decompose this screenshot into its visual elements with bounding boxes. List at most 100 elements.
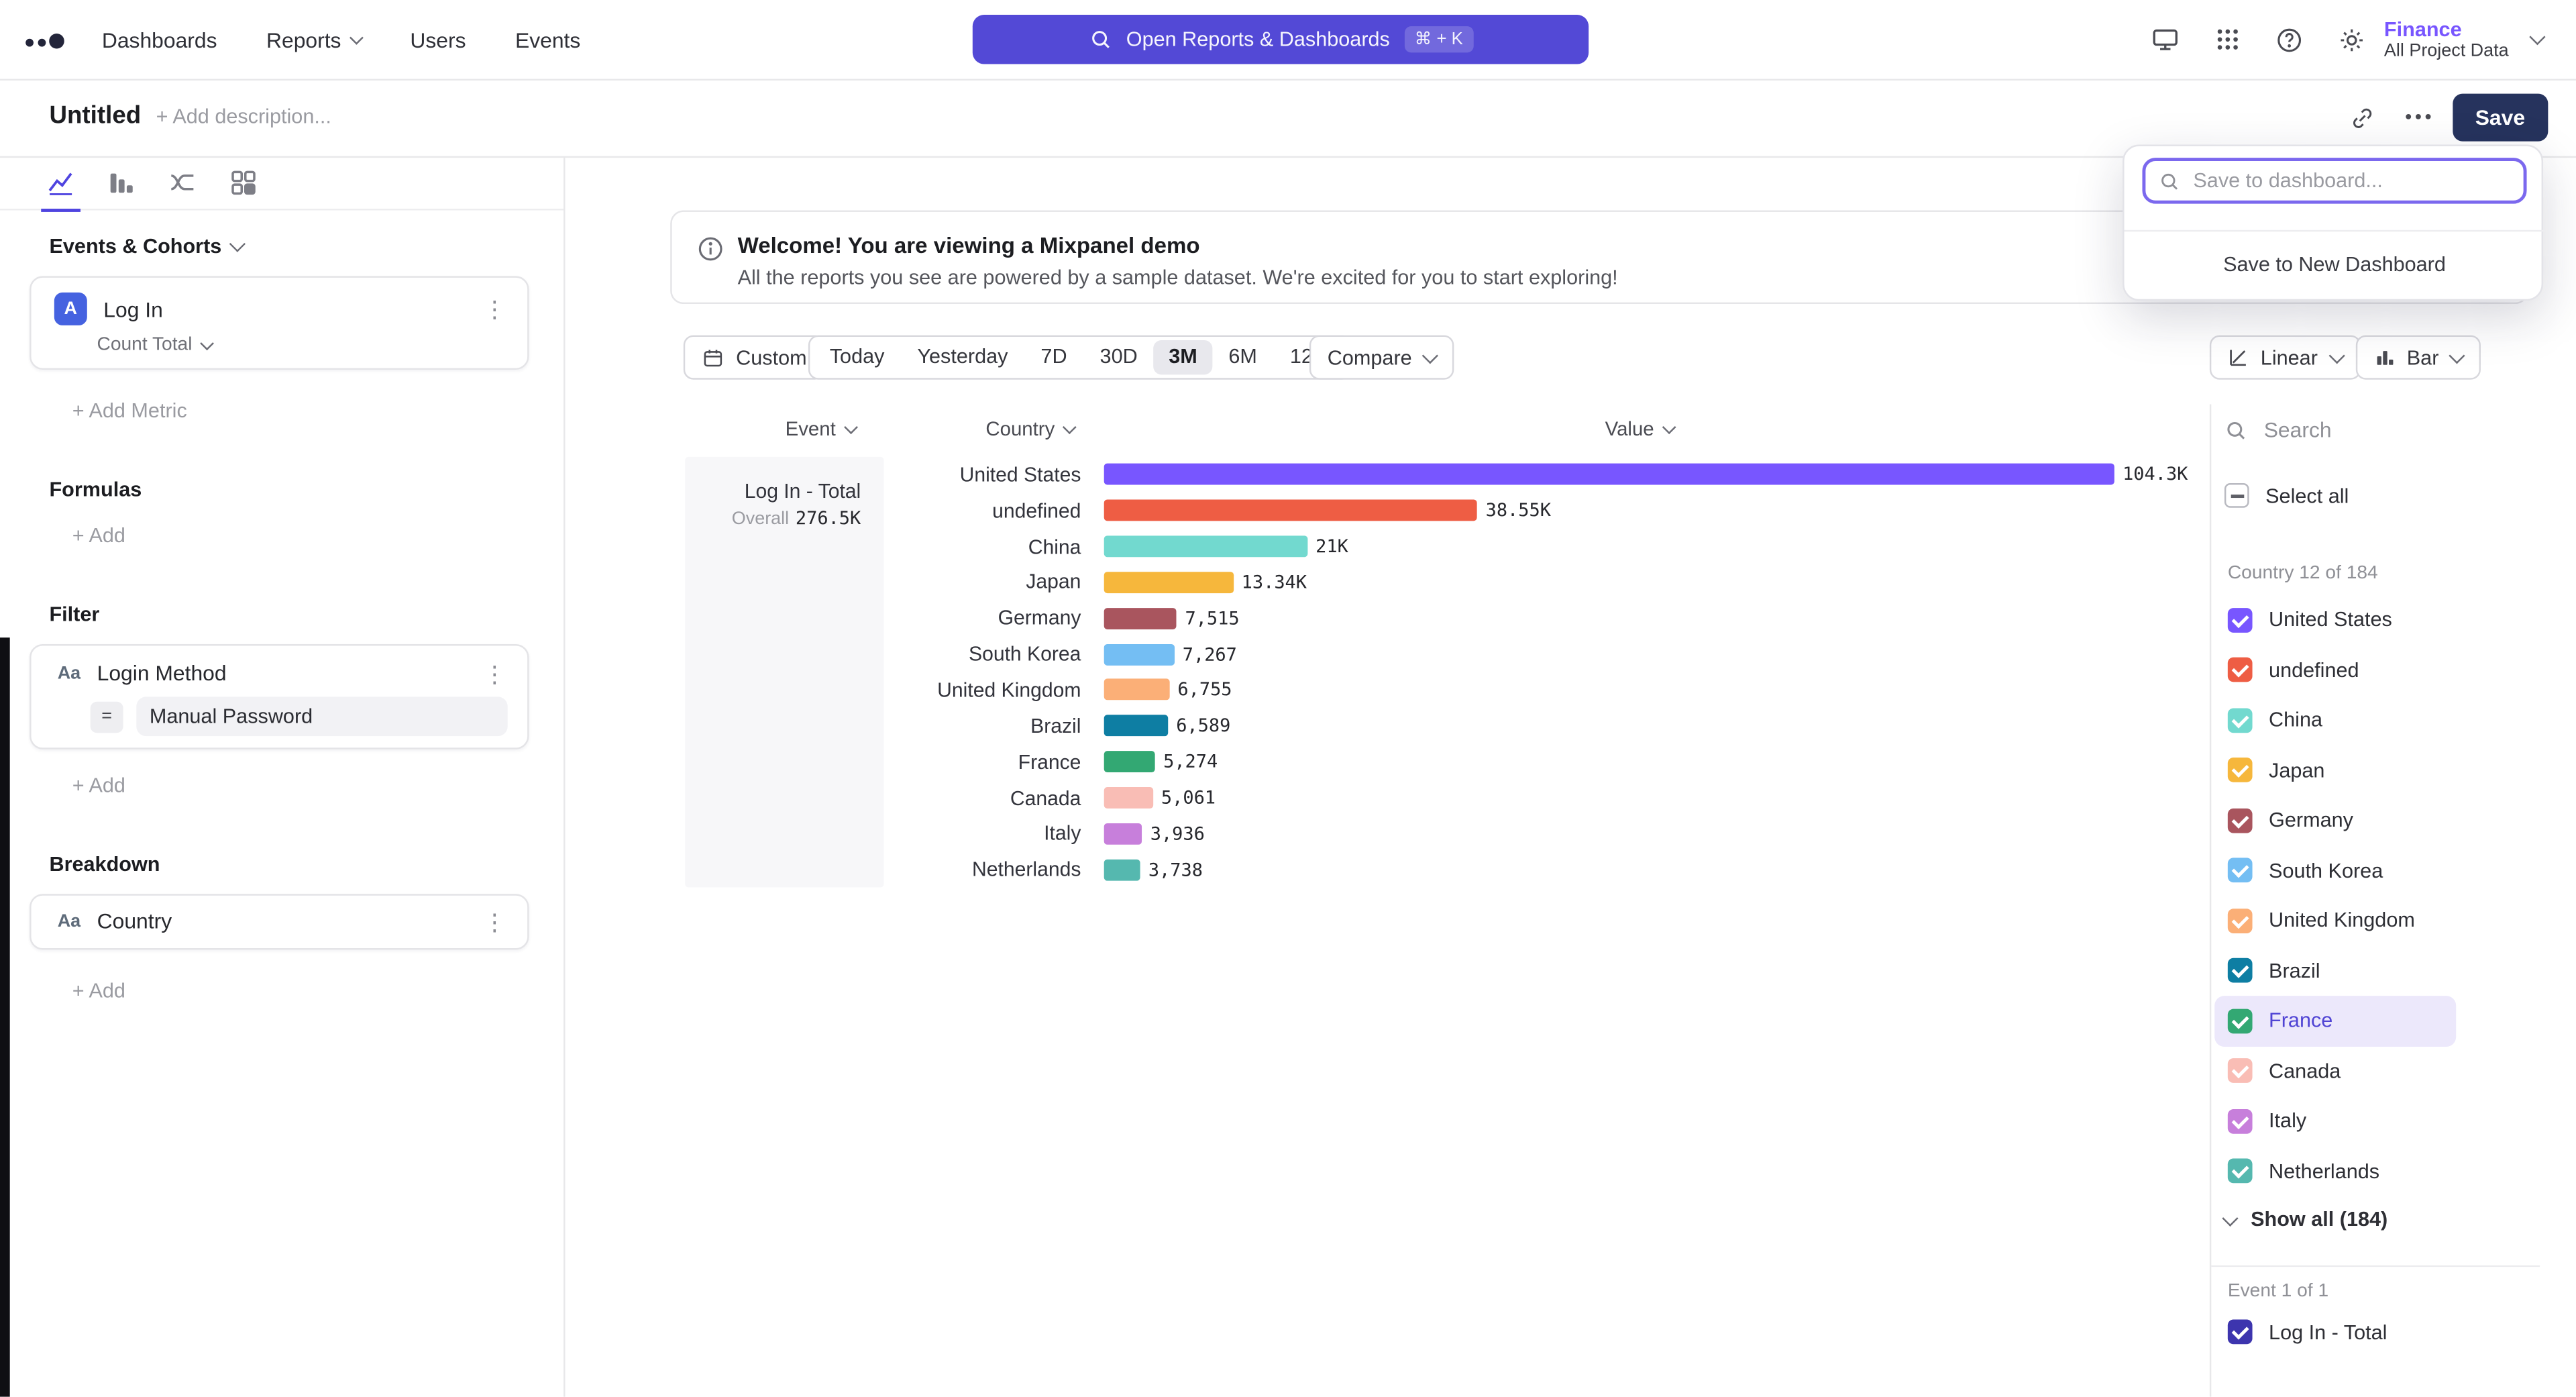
country-checkbox[interactable] bbox=[2228, 958, 2253, 983]
breakdown-menu-icon[interactable]: ⋮ bbox=[483, 913, 508, 929]
country-filter-row[interactable]: South Korea bbox=[2214, 845, 2543, 896]
country-checkbox[interactable] bbox=[2228, 1059, 2253, 1084]
country-checkbox[interactable] bbox=[2228, 658, 2253, 682]
add-description-field[interactable]: + Add description... bbox=[156, 105, 331, 128]
country-filter-row[interactable]: France bbox=[2214, 996, 2456, 1046]
tab-retention[interactable] bbox=[228, 168, 258, 197]
country-filter-row[interactable]: United States bbox=[2214, 595, 2543, 645]
country-checkbox[interactable] bbox=[2228, 608, 2253, 633]
country-filter-row[interactable]: Brazil bbox=[2214, 945, 2543, 996]
country-filter-row[interactable]: undefined bbox=[2214, 645, 2543, 695]
value-bar[interactable] bbox=[1104, 715, 1168, 737]
range-3m[interactable]: 3M bbox=[1154, 340, 1212, 374]
tab-funnels[interactable] bbox=[107, 168, 136, 197]
custom-date-button[interactable]: Custom bbox=[684, 335, 825, 380]
country-checkbox[interactable] bbox=[2228, 708, 2253, 733]
aggregation-selector[interactable]: Count Total bbox=[97, 335, 527, 355]
value-bar[interactable] bbox=[1104, 500, 1478, 521]
copy-link-icon[interactable] bbox=[2349, 105, 2375, 132]
compare-button[interactable]: Compare bbox=[1309, 335, 1455, 380]
category-label: Netherlands bbox=[892, 858, 1104, 881]
value-bar[interactable] bbox=[1104, 572, 1234, 593]
range-6m[interactable]: 6M bbox=[1212, 340, 1274, 374]
column-header-country[interactable]: Country bbox=[985, 417, 1074, 440]
scale-selector-button[interactable]: Linear bbox=[2210, 335, 2361, 380]
global-search-button[interactable]: Open Reports & Dashboards ⌘ + K bbox=[973, 15, 1589, 64]
nav-item-events[interactable]: Events bbox=[515, 27, 580, 52]
event-filter-row[interactable]: Log In - Total bbox=[2228, 1320, 2387, 1345]
value-bar[interactable] bbox=[1104, 752, 1155, 773]
nav-item-users[interactable]: Users bbox=[410, 27, 466, 52]
add-breakdown-link[interactable]: + Add bbox=[72, 980, 125, 1002]
select-all-checkbox[interactable] bbox=[2224, 483, 2249, 508]
range-today[interactable]: Today bbox=[813, 340, 901, 374]
country-filter-row[interactable]: China bbox=[2214, 695, 2543, 745]
chevron-down-icon bbox=[843, 419, 857, 433]
country-filter-row[interactable]: United Kingdom bbox=[2214, 896, 2543, 946]
filter-value-input[interactable] bbox=[136, 696, 507, 736]
country-checkbox[interactable] bbox=[2228, 1008, 2253, 1033]
add-filter-link[interactable]: + Add bbox=[72, 774, 125, 796]
country-filter-row[interactable]: Netherlands bbox=[2214, 1146, 2543, 1196]
save-button[interactable]: Save bbox=[2452, 94, 2548, 142]
country-checkbox[interactable] bbox=[2228, 1108, 2253, 1133]
filter-card[interactable]: Aa Login Method ⋮ = bbox=[30, 644, 529, 749]
value-bar[interactable] bbox=[1104, 643, 1175, 665]
help-icon[interactable] bbox=[2275, 25, 2304, 54]
metric-menu-icon[interactable]: ⋮ bbox=[483, 301, 508, 317]
events-section-heading[interactable]: Events & Cohorts bbox=[49, 235, 243, 258]
mixpanel-logo-icon[interactable] bbox=[23, 23, 66, 56]
project-selector[interactable]: Finance All Project Data bbox=[2384, 0, 2543, 79]
country-group-header: Country 12 of 184 bbox=[2228, 564, 2378, 583]
more-options-icon[interactable] bbox=[2405, 112, 2431, 122]
add-metric-link[interactable]: + Add Metric bbox=[72, 399, 187, 422]
country-filter-row[interactable]: Italy bbox=[2214, 1096, 2543, 1146]
save-to-new-dashboard-item[interactable]: Save to New Dashboard bbox=[2125, 231, 2545, 297]
tab-flows[interactable] bbox=[168, 168, 197, 197]
nav-item-reports[interactable]: Reports bbox=[266, 27, 361, 52]
chart-type-button[interactable]: Bar bbox=[2356, 335, 2481, 380]
breakdown-card[interactable]: Aa Country ⋮ bbox=[30, 894, 529, 949]
range-7d[interactable]: 7D bbox=[1024, 340, 1083, 374]
metric-card[interactable]: A Log In ⋮ Count Total bbox=[30, 276, 529, 370]
report-title[interactable]: Untitled bbox=[49, 102, 141, 130]
show-all-row[interactable]: Show all (184) bbox=[2224, 1208, 2387, 1231]
column-header-event[interactable]: Event bbox=[786, 417, 856, 440]
value-bar[interactable] bbox=[1104, 859, 1140, 880]
value-bar[interactable] bbox=[1104, 680, 1169, 701]
column-header-value[interactable]: Value bbox=[1605, 417, 1674, 440]
value-bar[interactable] bbox=[1104, 787, 1153, 809]
country-filter-row[interactable]: Germany bbox=[2214, 795, 2543, 845]
product-updates-icon[interactable] bbox=[2151, 25, 2180, 54]
country-filter-label: Canada bbox=[2269, 1059, 2341, 1082]
settings-gear-icon[interactable] bbox=[2338, 25, 2366, 54]
value-bar[interactable] bbox=[1104, 608, 1177, 629]
value-bar[interactable] bbox=[1104, 536, 1307, 558]
range-30d[interactable]: 30D bbox=[1083, 340, 1154, 374]
tab-insights[interactable] bbox=[46, 168, 76, 197]
value-bar[interactable] bbox=[1104, 464, 2114, 486]
apps-grid-icon[interactable] bbox=[2214, 26, 2241, 52]
select-all-row[interactable]: Select all bbox=[2224, 483, 2349, 508]
add-formula-link[interactable]: + Add bbox=[72, 524, 125, 547]
event-series-cell: Log In - Total Overall276.5K bbox=[685, 457, 883, 888]
country-checkbox[interactable] bbox=[2228, 909, 2253, 933]
legend-search-input[interactable] bbox=[2261, 416, 2514, 444]
country-checkbox[interactable] bbox=[2228, 1159, 2253, 1184]
breakdown-property-name[interactable]: Country bbox=[97, 909, 483, 933]
country-filter-row[interactable]: Canada bbox=[2214, 1046, 2543, 1096]
filter-menu-icon[interactable]: ⋮ bbox=[483, 665, 508, 681]
nav-item-label: Reports bbox=[266, 27, 341, 52]
range-yesterday[interactable]: Yesterday bbox=[901, 340, 1024, 374]
filter-operator[interactable]: = bbox=[91, 701, 123, 732]
country-checkbox[interactable] bbox=[2228, 858, 2253, 883]
country-checkbox[interactable] bbox=[2228, 808, 2253, 833]
filter-property-name[interactable]: Login Method bbox=[97, 660, 483, 685]
event-checkbox[interactable] bbox=[2228, 1320, 2253, 1345]
nav-item-dashboards[interactable]: Dashboards bbox=[102, 27, 217, 52]
country-checkbox[interactable] bbox=[2228, 758, 2253, 783]
metric-name[interactable]: Log In bbox=[103, 297, 483, 321]
value-bar[interactable] bbox=[1104, 823, 1142, 845]
save-to-dashboard-input[interactable] bbox=[2190, 168, 2510, 194]
country-filter-row[interactable]: Japan bbox=[2214, 745, 2543, 796]
